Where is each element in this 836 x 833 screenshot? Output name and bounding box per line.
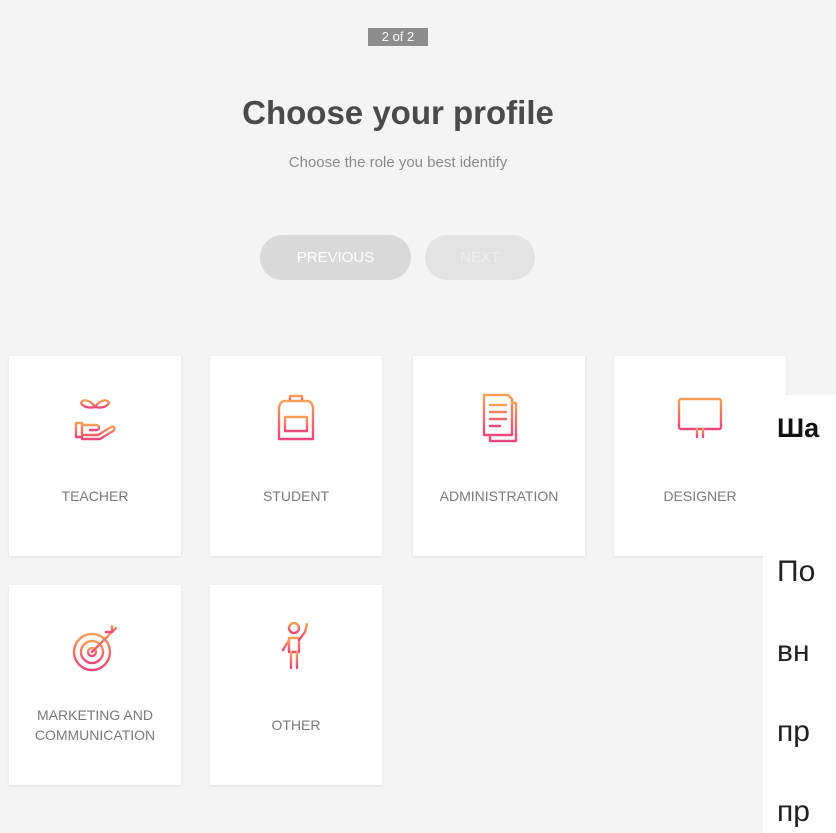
role-card-student[interactable]: STUDENT (210, 356, 382, 556)
side-text-line: вн (777, 635, 810, 668)
target-icon (9, 617, 181, 677)
next-button[interactable]: NEXT (425, 235, 535, 280)
side-heading: Ша (777, 413, 820, 443)
plant-hand-icon (9, 388, 181, 448)
role-label: TEACHER (61, 488, 129, 504)
side-text-line: пр (777, 715, 810, 748)
role-card-marketing[interactable]: MARKETING AND COMMUNICATION (9, 585, 181, 785)
person-waving-icon (210, 617, 382, 677)
role-card-teacher[interactable]: TEACHER (9, 356, 181, 556)
role-label: STUDENT (262, 488, 330, 504)
page-title: Choose your profile (242, 94, 554, 131)
role-label: MARKETING AND COMMUNICATION (34, 707, 156, 743)
side-text-line: По (777, 555, 816, 588)
page-subtitle: Choose the role you best identify (288, 154, 508, 171)
role-label: OTHER (271, 717, 321, 733)
role-label: ADMINISTRATION (439, 488, 559, 504)
role-label: DESIGNER (663, 488, 737, 504)
role-card-designer[interactable]: DESIGNER (614, 356, 786, 556)
side-text-panel: Ша По вн пр пр (763, 395, 836, 833)
side-text-line: пр (777, 795, 810, 828)
role-card-administration[interactable]: ADMINISTRATION (413, 356, 585, 556)
previous-button[interactable]: PREVIOUS (260, 235, 411, 280)
role-card-other[interactable]: OTHER (210, 585, 382, 785)
step-badge: 2 of 2 (368, 28, 428, 46)
document-icon (413, 388, 585, 448)
backpack-icon (210, 388, 382, 448)
monitor-icon (614, 388, 786, 448)
